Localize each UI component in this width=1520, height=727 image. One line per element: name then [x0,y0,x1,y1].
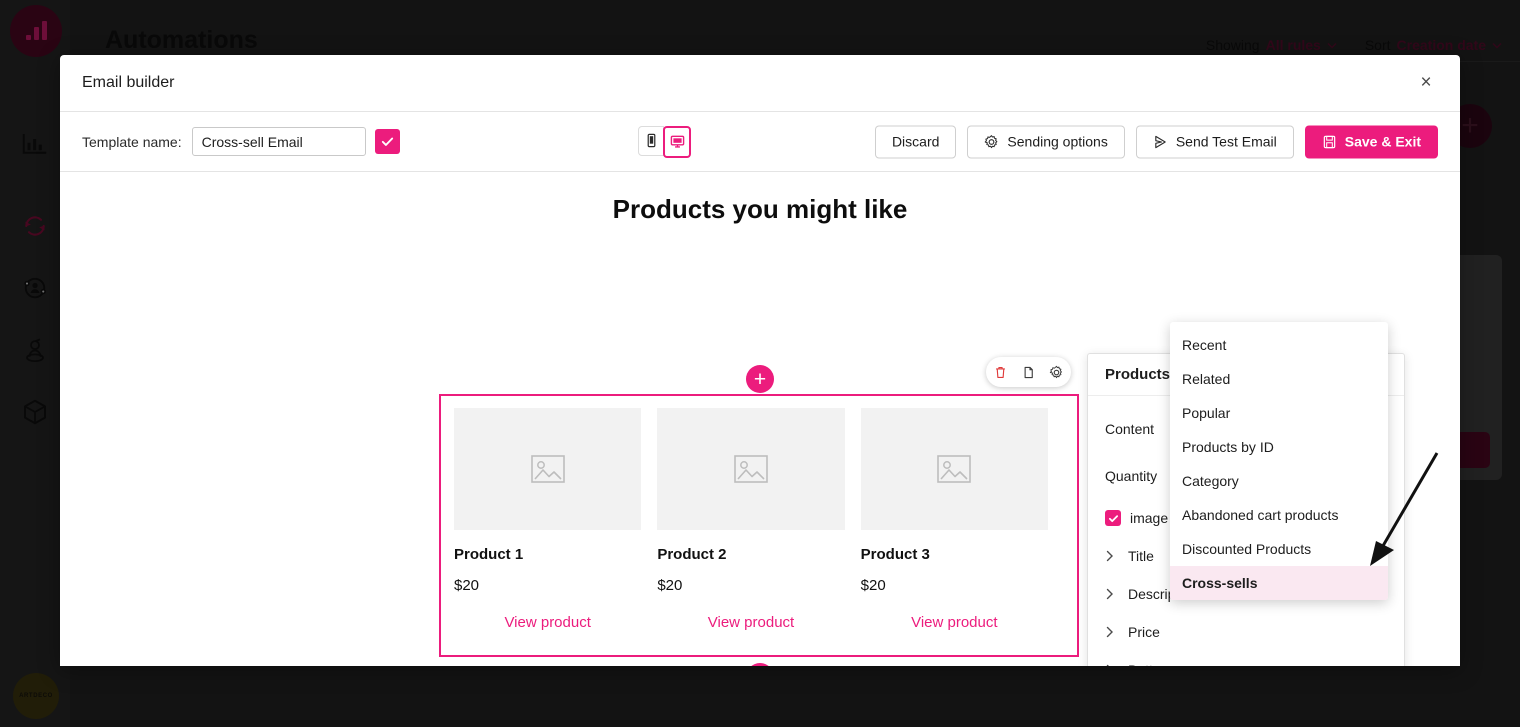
add-block-above-button[interactable]: + [746,365,774,393]
close-icon[interactable]: × [1412,69,1440,97]
content-dropdown-menu: Recent Related Popular Products by ID Ca… [1170,322,1388,600]
product-image-placeholder [860,408,1048,530]
image-checkbox-label: image [1130,510,1169,526]
dropdown-option[interactable]: Products by ID [1170,430,1388,464]
settings-block-icon[interactable] [1049,365,1064,380]
copy-icon [1024,366,1033,378]
dropdown-option[interactable]: Related [1170,362,1388,396]
section-price[interactable]: Price [1088,624,1404,640]
modal-header: Email builder × [60,55,1460,112]
chevron-right-icon [1106,550,1113,562]
dropdown-option[interactable]: Abandoned cart products [1170,498,1388,532]
content-label: Content [1105,420,1155,437]
element-toolbar [986,357,1071,387]
section-button[interactable]: Button [1088,662,1404,666]
save-exit-button[interactable]: Save & Exit [1304,125,1438,158]
check-icon [381,137,393,146]
product-name: Product 2 [657,546,727,563]
view-mode-toggle [638,125,691,158]
product-price: $20 [860,577,886,594]
section-button-label: Button [1128,662,1168,666]
section-title-label: Title [1128,548,1154,564]
chevron-right-icon [1106,626,1113,638]
product-price: $20 [657,577,683,594]
product-card[interactable]: Product 2 $20 View product [657,408,860,643]
desktop-monitor-icon [670,135,684,148]
view-mode-desktop[interactable] [663,125,691,158]
chevron-right-icon [1106,664,1109,666]
send-test-email-label: Send Test Email [1175,133,1277,150]
gear-icon [1050,365,1063,378]
product-image-placeholder [454,408,642,530]
send-test-email-button[interactable]: Send Test Email [1135,125,1294,158]
template-name-input[interactable] [191,127,366,156]
product-name: Product 3 [860,546,930,563]
image-checkbox[interactable] [1105,510,1121,526]
gear-icon [985,134,998,148]
image-placeholder-icon [530,455,565,483]
product-card[interactable]: Product 3 $20 View product [860,408,1064,643]
sending-options-label: Sending options [1007,133,1108,150]
builder-toolbar: Template name: Cross-sell Email Discard … [60,112,1460,172]
product-name: Product 1 [454,546,524,563]
view-product-link[interactable]: View product [454,614,641,631]
product-image-placeholder [657,408,845,530]
duplicate-block-icon[interactable] [1021,365,1036,380]
modal-title: Email builder [82,74,175,91]
trash-icon [995,366,1005,378]
email-heading: Products you might like [612,194,908,224]
template-name-label: Template name: [82,133,182,150]
product-card[interactable]: Product 1 $20 View product [454,408,657,643]
section-price-label: Price [1128,624,1160,640]
sending-options-button[interactable]: Sending options [967,125,1125,158]
screen-root: + Automations Showing All rules Sort Cre… [0,0,1520,727]
view-product-link[interactable]: View product [657,614,844,631]
chevron-right-icon [1106,588,1113,600]
view-mode-mobile[interactable] [638,125,664,156]
dropdown-option[interactable]: Popular [1170,396,1388,430]
dropdown-option[interactable]: Category [1170,464,1388,498]
mobile-icon [647,133,655,148]
dropdown-option[interactable]: Recent [1170,328,1388,362]
delete-block-icon[interactable] [993,365,1008,380]
confirm-template-name-button[interactable] [374,129,400,154]
toolbar-actions: Discard Sending options Send Test Email [874,125,1438,158]
products-block[interactable]: Product 1 $20 View product Product 2 $20 [439,394,1079,657]
view-product-link[interactable]: View product [861,614,1048,631]
image-placeholder-icon [937,455,972,483]
image-placeholder-icon [734,455,768,483]
discard-label: Discard [891,133,940,150]
save-disk-icon [1323,135,1335,148]
dropdown-option-selected[interactable]: Cross-sells [1170,566,1388,600]
dropdown-option[interactable]: Discounted Products [1170,532,1388,566]
add-block-below-button[interactable]: + [746,663,774,666]
discard-button[interactable]: Discard [874,125,957,158]
save-exit-label: Save & Exit [1344,133,1421,150]
send-paperplane-icon [1155,135,1166,148]
product-price: $20 [454,577,480,594]
check-icon [1108,514,1118,522]
quantity-label: Quantity [1105,467,1158,484]
